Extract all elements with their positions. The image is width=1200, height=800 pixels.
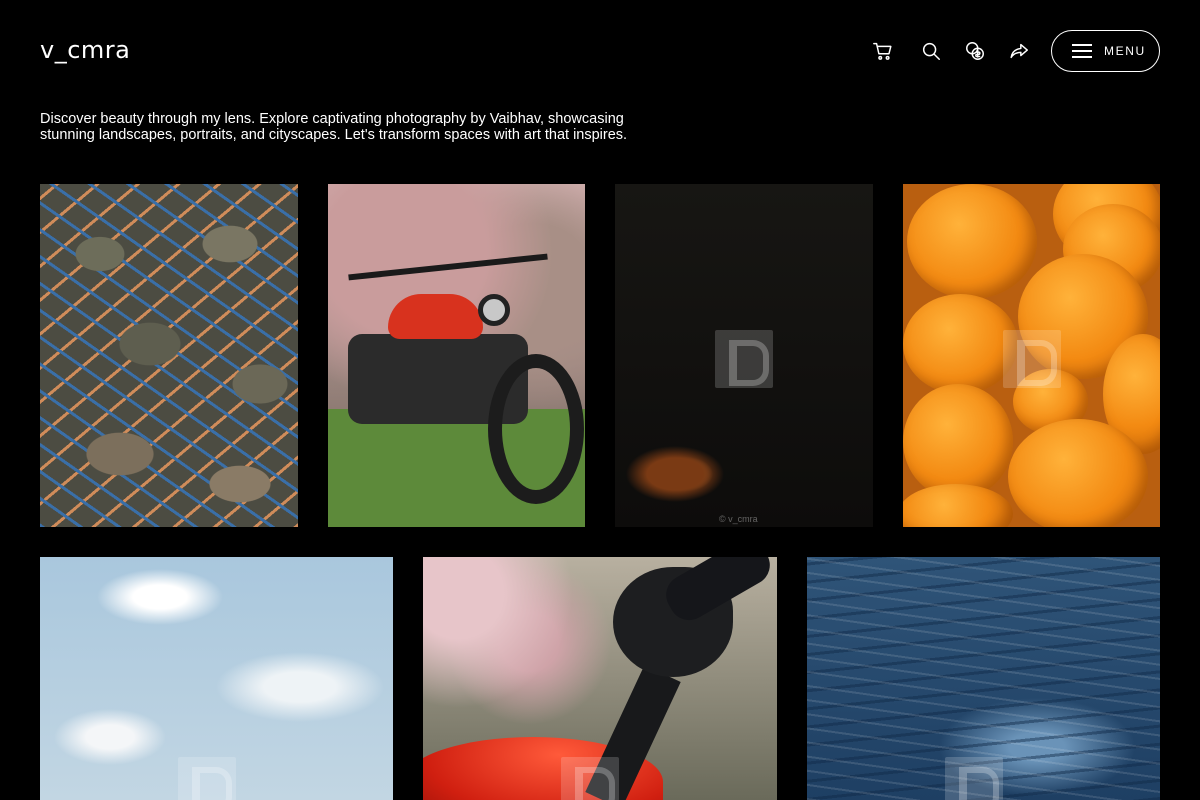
watermark-logo xyxy=(945,757,1003,800)
watermark-logo xyxy=(178,757,236,800)
gallery-photo-dark-fire[interactable]: © v_cmra xyxy=(615,184,873,527)
menu-button[interactable]: MENU xyxy=(1051,30,1160,72)
cart-icon[interactable] xyxy=(870,38,896,64)
share-icon[interactable] xyxy=(1006,38,1032,64)
gallery-photo-ocean[interactable] xyxy=(807,557,1160,800)
gallery-photo-crabs[interactable] xyxy=(40,184,298,527)
site-header: v_cmra MENU xyxy=(0,0,1200,100)
gallery-photo-bike-mirror[interactable] xyxy=(423,557,777,800)
currency-icon[interactable] xyxy=(962,38,988,64)
hamburger-icon xyxy=(1072,44,1092,58)
watermark-logo xyxy=(715,330,773,388)
search-icon[interactable] xyxy=(918,38,944,64)
site-logo[interactable]: v_cmra xyxy=(40,36,130,64)
gallery-photo-motorcycle[interactable] xyxy=(328,184,585,527)
menu-label: MENU xyxy=(1104,44,1146,58)
gallery-photo-sky[interactable] xyxy=(40,557,393,800)
watermark-logo xyxy=(561,757,619,800)
watermark-logo xyxy=(1003,330,1061,388)
intro-text: Discover beauty through my lens. Explore… xyxy=(40,111,628,143)
photo-credit: © v_cmra xyxy=(719,514,758,524)
gallery-photo-pumpkins[interactable] xyxy=(903,184,1160,527)
